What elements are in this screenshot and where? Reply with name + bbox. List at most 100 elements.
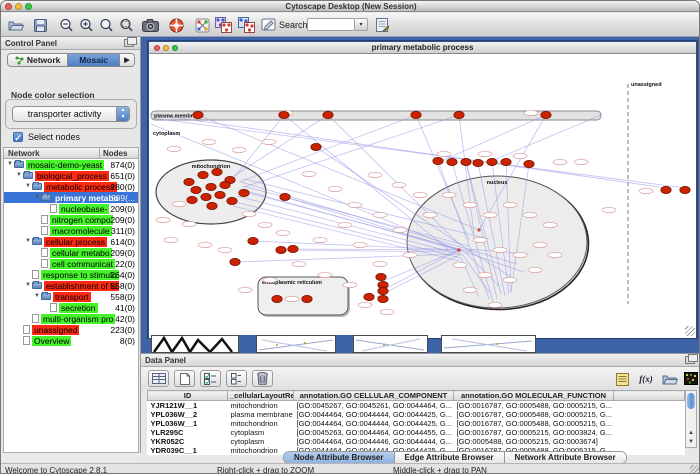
gene-label[interactable] [238,287,252,292]
tree-row[interactable]: ▼establishment of lo558(0) [4,280,138,291]
select-attributes-icon[interactable] [200,370,221,387]
network-edge[interactable] [439,115,546,162]
tree-row[interactable]: response to stimulu264(0) [4,269,138,280]
network-node[interactable] [454,111,464,118]
gene-label[interactable] [403,252,417,257]
disclosure-triangle-icon[interactable]: ▼ [25,236,32,247]
network-node[interactable] [207,202,217,209]
disclosure-triangle-icon[interactable]: ▼ [7,159,14,170]
attribute-table-icon[interactable] [148,370,169,387]
table-cell[interactable]: plasma membrane [228,410,294,419]
network-node[interactable] [248,237,258,244]
table-row[interactable]: YPL036W__1mitochondrion[GO:0044464, GO:0… [148,419,685,428]
gene-label[interactable] [478,272,492,277]
gene-label[interactable] [285,296,299,301]
table-vertical-scrollbar[interactable]: ▲ ▼ [685,390,697,448]
network-node[interactable] [378,295,388,302]
network-node[interactable] [227,197,237,204]
table-cell[interactable]: YJR121W__1 [148,401,228,411]
network-node[interactable] [680,186,690,193]
tree-row[interactable]: secretion41(0) [4,302,138,313]
gene-label[interactable] [423,212,437,217]
tree-row[interactable]: nucleobase-209(0) [4,203,138,214]
network-node[interactable] [191,186,201,193]
network-node[interactable] [193,111,203,118]
table-column-header[interactable]: _cellularLayoutRegion [228,391,294,401]
attribute-table[interactable]: ID_cellularLayoutRegionannotation.GO CEL… [147,390,685,455]
gene-label[interactable] [198,242,212,247]
zoom-fit-icon[interactable] [97,16,115,34]
gene-label[interactable] [478,151,492,156]
tree-row[interactable]: ▼metabolic process280(0) [4,181,138,192]
notepad-icon[interactable] [613,370,631,387]
network-node[interactable] [206,183,216,190]
gene-label[interactable] [167,146,181,151]
table-cell[interactable]: [GO:0045267, GO:0045261, GO:0044464, G..… [294,401,454,411]
zoom-in-icon[interactable] [77,16,95,34]
network-node[interactable] [524,160,534,167]
network-tree-header[interactable]: Network Nodes [3,147,139,159]
background-window-fragment[interactable] [151,335,239,353]
network-node[interactable] [501,158,511,165]
network-icon[interactable] [193,16,211,34]
table-cell[interactable] [614,410,685,419]
gene-label[interactable] [263,277,277,282]
tree-row[interactable]: multi-organism pro42(0) [4,313,138,324]
tree-row[interactable]: Overview8(0) [4,335,138,346]
tree-row[interactable]: cell communicat22(0) [4,258,138,269]
network-edge[interactable] [244,115,459,187]
network-window-titlebar[interactable]: primary metabolic process [149,42,696,54]
network-node[interactable] [239,189,249,196]
network-canvas[interactable]: plasma membranecytoplasmmitochondrionnuc… [149,54,696,338]
gene-label[interactable] [503,202,517,207]
table-row[interactable]: YPL036W__2plasma membrane[GO:0044464, GO… [148,410,685,419]
network-edge[interactable] [489,115,601,162]
gene-label[interactable] [453,262,467,267]
tree-row[interactable]: ▼primary metabo209(... [4,192,138,203]
help-icon[interactable] [167,16,185,34]
scroll-up-icon[interactable]: ▲ [686,429,696,438]
attribute-matrix-icon[interactable] [682,370,700,387]
gene-label[interactable] [463,202,477,207]
gene-label[interactable] [358,302,372,307]
gene-label[interactable] [276,230,290,235]
zoom-selected-icon[interactable] [117,16,135,34]
gene-label[interactable] [343,282,357,287]
gene-label[interactable] [302,171,316,176]
network-node[interactable] [230,258,240,265]
gene-label[interactable] [463,287,477,292]
table-cell[interactable]: YKR052C [148,437,228,446]
gene-label[interactable] [392,182,406,187]
table-cell[interactable]: [GO:0045263, GO:0044464, GO:0044455, G..… [294,428,454,437]
gene-label[interactable] [437,151,451,156]
network-column-header[interactable]: Network [8,149,40,158]
tab-edge-attribute-browser[interactable]: Edge Attribute Browser [395,452,505,463]
float-panel-icon[interactable] [124,39,134,47]
table-cell[interactable]: [GO:0044464, GO:0044444, GO:0044425, G..… [294,419,454,428]
table-cell[interactable] [614,419,685,428]
unselect-attributes-icon[interactable] [226,370,247,387]
network-node[interactable] [302,295,312,302]
gene-label[interactable] [182,221,196,226]
table-cell[interactable]: YPL036W__1 [148,419,228,428]
gene-label[interactable] [393,227,407,232]
table-cell[interactable]: [GO:0044464, GO:0044446, GO:0044444, G..… [294,437,454,446]
table-cell[interactable]: mitochondrion [228,419,294,428]
gene-label[interactable] [318,272,332,277]
table-row[interactable]: YJR121W__1mitochondrion[GO:0045267, GO:0… [148,401,685,411]
table-cell[interactable]: YLR295C [148,428,228,437]
nodes-column-header[interactable]: Nodes [103,149,127,158]
gene-label[interactable] [574,159,588,164]
table-row[interactable]: YLR295Ccytoplasm[GO:0045263, GO:0044464,… [148,428,685,437]
new-attribute-icon[interactable] [174,370,195,387]
gene-label[interactable] [258,222,272,227]
table-cell[interactable]: [GO:0016787, GO:0005488, GO:0005215, G..… [454,401,614,411]
table-column-header[interactable]: annotation.GO MOLECULAR_FUNCTION [454,391,614,401]
background-window-fragment[interactable] [256,335,336,353]
annotation-icon[interactable] [259,16,277,34]
gene-label[interactable] [639,188,653,193]
compare-networks-icon[interactable] [237,16,255,34]
merge-networks-icon[interactable] [214,16,232,34]
gene-label[interactable] [328,186,342,191]
node-color-dropdown[interactable]: transporter activity ▲▼ [12,106,130,122]
